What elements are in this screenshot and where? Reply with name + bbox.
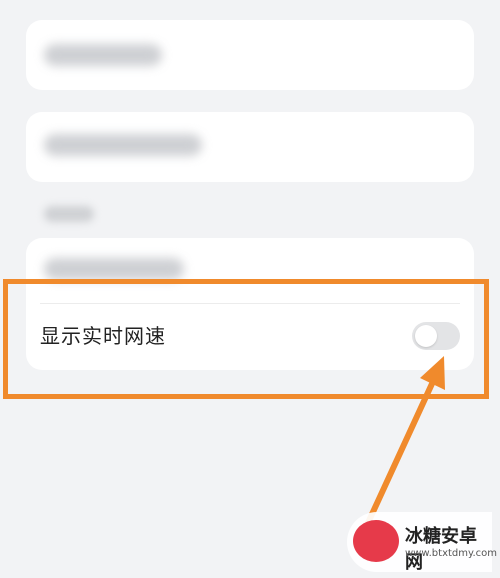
watermark-url: www.btxtdmy.com (405, 548, 498, 559)
watermark-logo-icon (353, 520, 399, 562)
watermark: 冰糖安卓网 www.btxtdmy.com (347, 512, 497, 573)
pointer-arrow-icon (364, 356, 445, 528)
